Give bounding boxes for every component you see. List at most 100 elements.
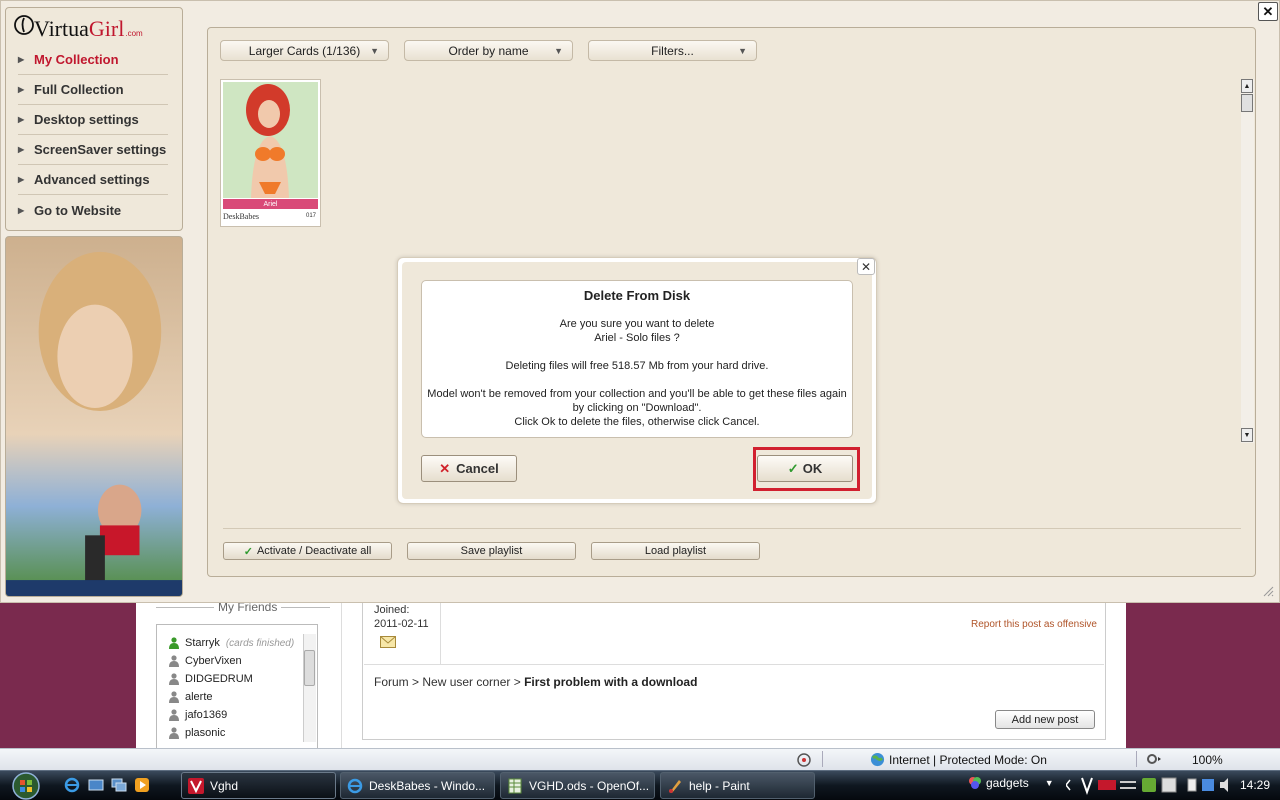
logo-suffix: .com: [125, 29, 143, 38]
chevron-down-icon: ▼: [554, 46, 563, 56]
ok-button[interactable]: ✓ OK: [757, 455, 853, 482]
window-close-button[interactable]: ✕: [1258, 2, 1278, 21]
show-desktop-icon[interactable]: [88, 777, 104, 793]
dialog-close-button[interactable]: ✕: [857, 258, 875, 275]
friend-item[interactable]: plasonic: [169, 724, 225, 742]
triangle-right-icon: ▶: [18, 55, 25, 64]
collection-scrollbar[interactable]: [1241, 79, 1254, 443]
scroll-down-arrow-icon[interactable]: ▼: [1241, 428, 1253, 442]
media-player-icon[interactable]: [134, 777, 150, 793]
menu-item-label: Full Collection: [34, 82, 124, 97]
taskbar-item-label: VGHD.ods - OpenOf...: [529, 778, 650, 793]
activate-deactivate-all-button[interactable]: ✓ Activate / Deactivate all: [223, 542, 392, 560]
order-dropdown[interactable]: Order by name ▼: [404, 40, 573, 61]
chevron-down-icon[interactable]: ▼: [1045, 778, 1054, 788]
post-separator: [364, 664, 1104, 665]
clock[interactable]: 14:29: [1240, 778, 1270, 792]
breadcrumb-separator: >: [408, 675, 423, 689]
dialog-text-line: Click Ok to delete the files, otherwise …: [514, 416, 760, 428]
system-tray-icons[interactable]: [1066, 774, 1238, 796]
start-button-icon[interactable]: [4, 771, 48, 800]
resize-grip-icon[interactable]: [1262, 585, 1274, 597]
friend-item[interactable]: jafo1369: [169, 706, 227, 724]
friend-name: Starryk: [185, 637, 220, 649]
checkmark-icon: ✓: [787, 460, 799, 476]
joined-label: Joined:: [374, 604, 410, 616]
internet-explorer-icon: [347, 778, 363, 793]
privacy-icon[interactable]: [796, 752, 812, 768]
order-value: Order by name: [448, 43, 529, 58]
card-size-value: Larger Cards (1/136): [248, 43, 361, 58]
menu-item-my-collection[interactable]: ▶ My Collection: [18, 45, 168, 75]
dialog-text-line: Ariel - Solo files ?: [594, 332, 680, 344]
promo-image: [5, 236, 183, 597]
menu-item-go-to-website[interactable]: ▶ Go to Website: [18, 195, 168, 225]
load-playlist-button[interactable]: Load playlist: [591, 542, 760, 560]
friend-note: (cards finished): [225, 637, 295, 649]
chevron-down-icon: ▼: [370, 46, 379, 56]
card-size-dropdown[interactable]: Larger Cards (1/136) ▼: [220, 40, 389, 61]
filters-dropdown[interactable]: Filters... ▼: [588, 40, 757, 61]
gear-icon[interactable]: [1145, 752, 1161, 766]
breadcrumb: Forum > New user corner > First problem …: [374, 675, 697, 689]
friends-scroll-thumb[interactable]: [304, 650, 315, 686]
menu-item-screensaver-settings[interactable]: ▶ ScreenSaver settings: [18, 135, 168, 165]
taskbar-item-deskbabes[interactable]: DeskBabes - Windo...: [340, 772, 495, 799]
friend-item[interactable]: alerte: [169, 688, 213, 706]
zoom-level[interactable]: 100%: [1192, 753, 1223, 767]
post-divider: [440, 596, 441, 664]
taskbar-item-label: help - Paint: [689, 778, 750, 793]
friend-item[interactable]: Starryk (cards finished): [169, 634, 294, 652]
gadgets-toolbar[interactable]: gadgets ▼: [968, 776, 1054, 790]
scroll-up-arrow-icon[interactable]: ▲: [1241, 79, 1253, 93]
button-label: Activate / Deactivate all: [256, 545, 372, 557]
cross-icon: ✕: [439, 460, 451, 476]
user-icon: [169, 655, 179, 667]
taskbar-item-vghd[interactable]: Vghd: [181, 772, 336, 799]
security-zone-text[interactable]: Internet | Protected Mode: On: [889, 753, 1047, 767]
friend-name: jafo1369: [185, 709, 228, 721]
scroll-thumb[interactable]: [1241, 94, 1253, 112]
menu-item-advanced-settings[interactable]: ▶ Advanced settings: [18, 165, 168, 195]
switch-windows-icon[interactable]: [111, 777, 127, 793]
filters-value: Filters...: [651, 43, 694, 58]
taskbar-item-label: DeskBabes - Windo...: [369, 778, 486, 793]
vghd-icon: [188, 777, 204, 794]
user-icon: [169, 673, 179, 685]
internet-explorer-icon[interactable]: [64, 777, 80, 793]
joined-date: 2011-02-11: [374, 618, 429, 630]
save-playlist-button[interactable]: Save playlist: [407, 542, 576, 560]
mail-icon[interactable]: [380, 636, 396, 648]
friend-item[interactable]: CyberVixen: [169, 652, 242, 670]
dialog-title: Delete From Disk: [583, 288, 691, 303]
gadgets-icon: [969, 777, 981, 789]
breadcrumb-separator: >: [510, 675, 525, 689]
breadcrumb-new-user-corner[interactable]: New user corner: [422, 675, 510, 689]
virtuagirl-logo: Virtua Girl .com: [14, 14, 174, 42]
cancel-button[interactable]: ✕ Cancel: [421, 455, 517, 482]
model-card-brand: DeskBabes: [223, 212, 259, 221]
user-icon: [169, 727, 179, 739]
checkmark-icon: ✓: [243, 545, 253, 558]
triangle-right-icon: ▶: [18, 115, 25, 124]
add-new-post-button[interactable]: Add new post: [995, 710, 1095, 729]
triangle-right-icon: ▶: [18, 85, 25, 94]
ok-label: OK: [802, 461, 823, 476]
report-post-link[interactable]: Report this post as offensive: [971, 619, 1097, 630]
triangle-right-icon: ▶: [18, 145, 25, 154]
menu-item-label: Desktop settings: [34, 112, 139, 127]
menu-item-full-collection[interactable]: ▶ Full Collection: [18, 75, 168, 105]
chevron-down-icon: ▼: [738, 46, 747, 56]
cancel-label: Cancel: [456, 461, 499, 476]
user-online-icon: [169, 637, 179, 649]
spreadsheet-icon: [508, 778, 522, 793]
dialog-text-line: by clicking on "Download".: [572, 402, 702, 414]
friend-item[interactable]: DIDGEDRUM: [169, 670, 253, 688]
triangle-right-icon: ▶: [18, 175, 25, 184]
menu-item-desktop-settings[interactable]: ▶ Desktop settings: [18, 105, 168, 135]
paint-icon: [669, 779, 681, 793]
breadcrumb-forum[interactable]: Forum: [374, 675, 409, 689]
taskbar-item-paint[interactable]: help - Paint: [660, 772, 815, 799]
user-icon: [169, 691, 179, 703]
taskbar-item-openoffice[interactable]: VGHD.ods - OpenOf...: [500, 772, 655, 799]
